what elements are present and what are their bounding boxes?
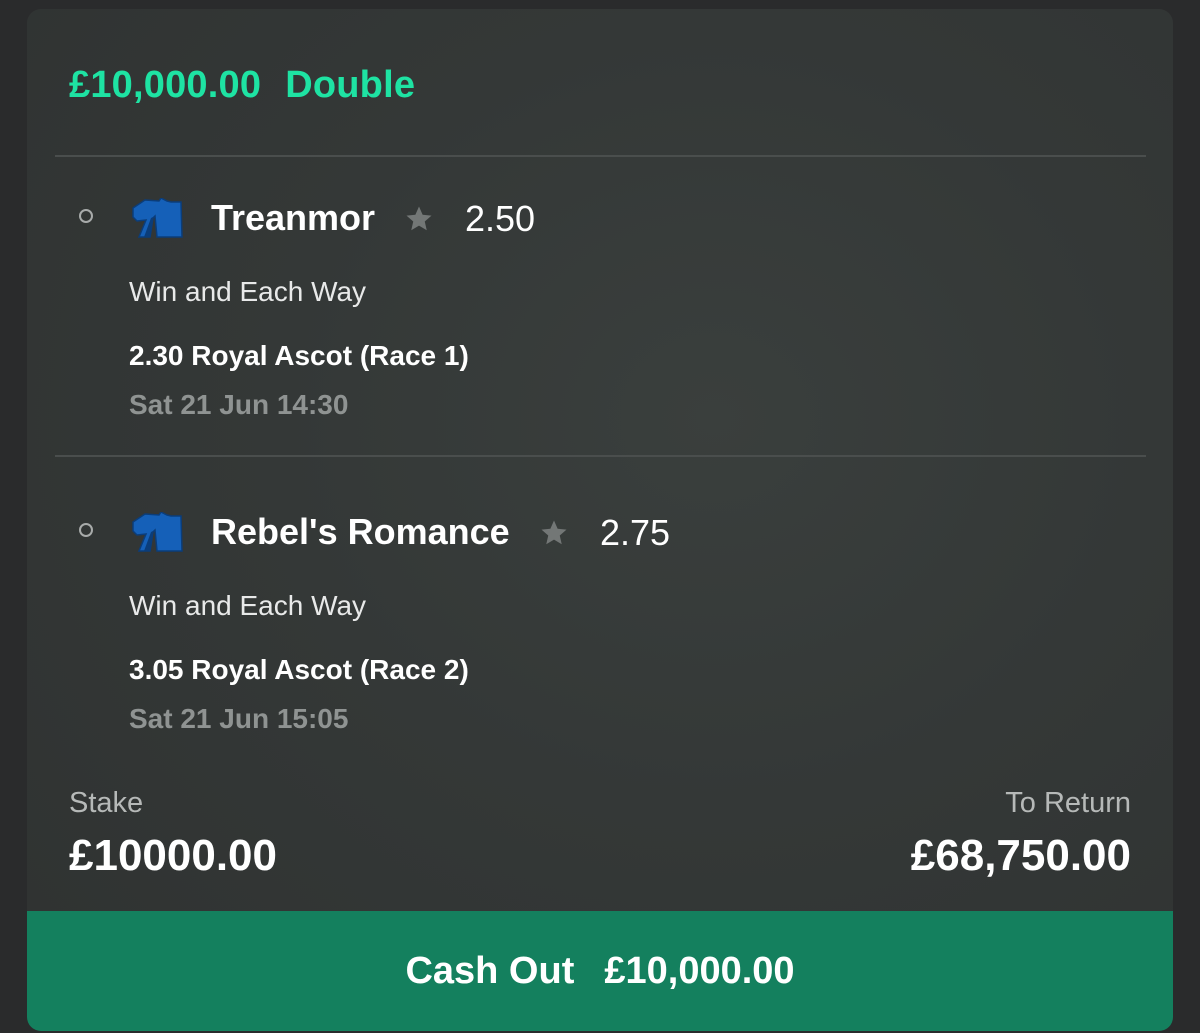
horse-name: Treanmor <box>211 197 376 238</box>
selection-rebels-romance: Rebel's Romance 2.75 Win and Each Way 3.… <box>27 508 1173 768</box>
radio-status-icon <box>79 523 93 537</box>
cash-out-label: Cash Out <box>405 949 575 992</box>
event-name: 3.05 Royal Ascot (Race 2) <box>129 654 469 685</box>
horse-name: Rebel's Romance <box>211 511 510 552</box>
event-name: 2.30 Royal Ascot (Race 1) <box>129 340 469 371</box>
divider <box>55 455 1146 457</box>
jockey-silk-icon <box>132 512 183 552</box>
odds: 2.50 <box>465 198 536 239</box>
market: Win and Each Way <box>129 590 367 621</box>
star-icon[interactable] <box>538 518 570 548</box>
event-time: Sat 21 Jun 14:30 <box>129 389 349 420</box>
selection-treanmor: Treanmor 2.50 Win and Each Way 2.30 Roya… <box>27 194 1173 454</box>
market: Win and Each Way <box>129 276 367 307</box>
stake-label: Stake <box>69 787 144 819</box>
bet-header-stake: £10,000.00 <box>69 64 262 106</box>
stake-value: £10000.00 <box>69 831 277 880</box>
cash-out-amount: £10,000.00 <box>604 949 795 992</box>
bet-header: £10,000.00 Double <box>69 64 415 107</box>
bet-card: £10,000.00 Double Treanmor 2.50 Win and E… <box>27 9 1173 1031</box>
event-time: Sat 21 Jun 15:05 <box>129 703 349 734</box>
star-icon[interactable] <box>403 204 435 234</box>
radio-status-icon <box>79 209 93 223</box>
divider <box>55 155 1146 157</box>
bet-type: Double <box>285 64 416 106</box>
jockey-silk-icon <box>132 198 183 238</box>
to-return-label: To Return <box>1005 787 1131 819</box>
to-return-value: £68,750.00 <box>910 831 1131 880</box>
cash-out-button[interactable]: Cash Out £10,000.00 <box>27 911 1173 1031</box>
odds: 2.75 <box>600 512 671 553</box>
